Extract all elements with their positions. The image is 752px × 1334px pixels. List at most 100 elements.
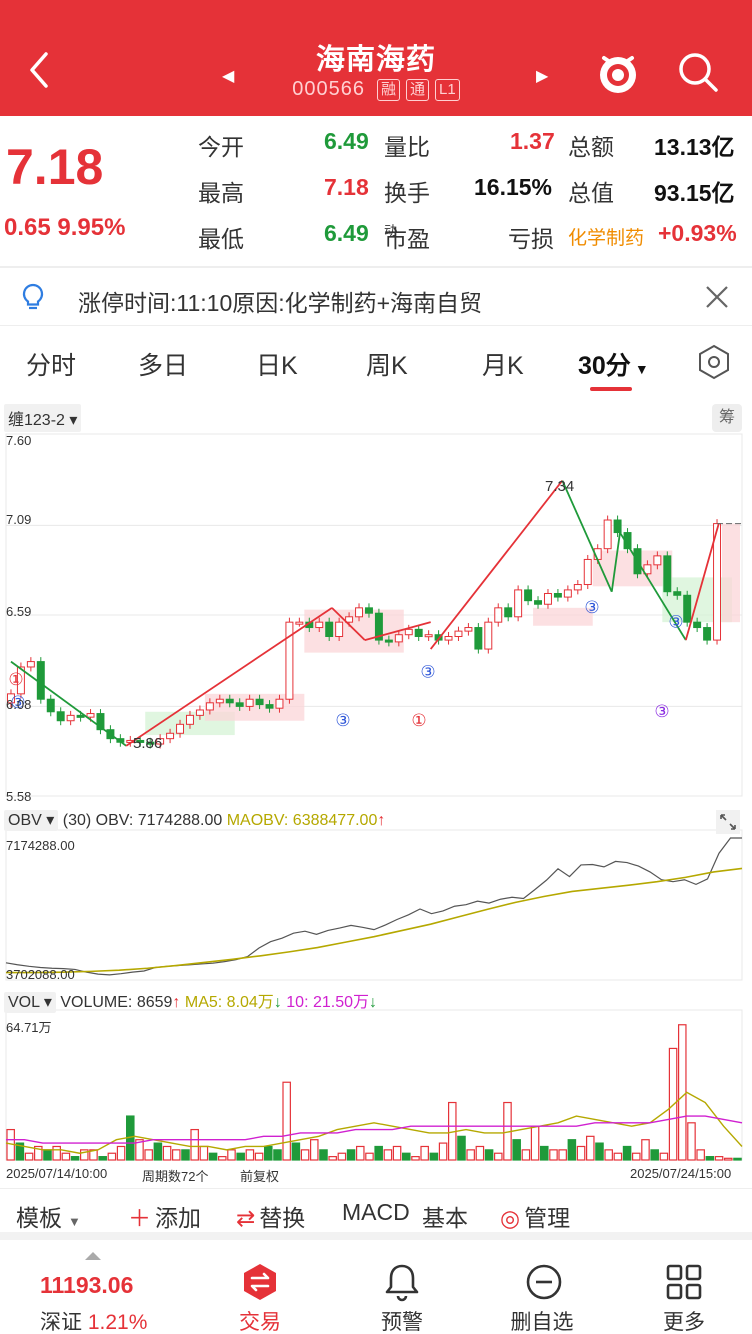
volume-bar xyxy=(190,1128,199,1161)
volume-bar xyxy=(687,1122,696,1161)
volume-bar xyxy=(677,1024,687,1161)
candle-body xyxy=(673,591,682,596)
volume-bar xyxy=(383,1149,393,1161)
candle-body xyxy=(653,555,662,566)
ma10-value: 10: 21.50万 xyxy=(286,994,369,1011)
expand-icon[interactable] xyxy=(716,810,740,834)
pivot-zone xyxy=(722,523,740,623)
tab-multi-day[interactable]: 多日 xyxy=(138,346,188,382)
signal-marker: ③ xyxy=(668,613,683,633)
plus-icon: ＋ xyxy=(128,1205,151,1231)
obv-dropdown[interactable]: OBV ▾ xyxy=(4,810,59,831)
grid-more-icon[interactable] xyxy=(664,1262,704,1302)
manage-button[interactable]: ◎ 管理 xyxy=(500,1199,570,1233)
expand-up-icon[interactable] xyxy=(85,1252,101,1260)
candle-body xyxy=(464,627,473,632)
trade-button[interactable]: 交易 xyxy=(220,1306,300,1334)
macd-button[interactable]: MACD xyxy=(342,1199,410,1226)
low-annotation: 5.86 xyxy=(133,735,163,752)
volume-bar xyxy=(475,1145,485,1161)
low-label: 最低 xyxy=(198,226,244,252)
chart-canvas[interactable]: ①③③ ①③③③③ xyxy=(0,398,752,1188)
obv-bottom-label: 3702088.00 xyxy=(6,967,75,982)
candle-body xyxy=(494,607,503,623)
period-count-label: 周期数72个 xyxy=(142,1169,209,1184)
volume-bar xyxy=(24,1152,34,1161)
index-name: 深证 1.21% xyxy=(40,1311,148,1334)
quote-panel: 7.18 0.65 9.95% 今开 6.49 量比 1.37 总额 13.13… xyxy=(0,116,752,268)
candle-body xyxy=(613,519,622,534)
candle-body xyxy=(534,600,543,605)
volume-bar xyxy=(337,1152,347,1161)
obv-frame xyxy=(5,829,743,981)
candle-body xyxy=(295,621,304,625)
manage-icon: ◎ xyxy=(500,1205,521,1231)
tab-daily-k[interactable]: 日K xyxy=(256,346,298,382)
search-icon[interactable] xyxy=(676,50,720,94)
robot-assistant-icon[interactable] xyxy=(596,48,640,96)
chip-distribution-button[interactable]: 筹 xyxy=(712,404,742,432)
basic-button[interactable]: 基本 xyxy=(422,1199,468,1233)
signal-marker: ③ xyxy=(420,663,435,683)
settings-hex-icon[interactable] xyxy=(696,344,732,380)
volume-bar xyxy=(622,1145,632,1161)
alert-button[interactable]: 预警 xyxy=(362,1306,442,1334)
quote-row-2: 最高 7.18 换手 16.15% 总值 93.15亿 xyxy=(198,174,748,210)
volume-bar xyxy=(291,1142,301,1161)
tab-30min[interactable]: 30分 ▼ xyxy=(578,346,649,382)
candle-body xyxy=(275,698,284,709)
index-value[interactable]: 11193.06 xyxy=(40,1272,133,1299)
low-value: 6.49 xyxy=(324,220,369,246)
trade-icon[interactable] xyxy=(240,1262,280,1302)
candle-body xyxy=(424,634,433,638)
vol-dropdown[interactable]: VOL ▾ xyxy=(4,992,56,1013)
candle-body xyxy=(384,639,393,643)
y-label-top: 7.60 xyxy=(6,433,32,448)
volume-bar xyxy=(585,1135,595,1161)
volume-bar xyxy=(236,1152,245,1161)
period-tabs: 分时 多日 日K 周K 月K 30分 ▼ xyxy=(0,326,752,398)
volume-bar xyxy=(530,1125,540,1161)
volume-ratio-value: 1.37 xyxy=(510,128,555,154)
limit-up-notice[interactable]: 涨停时间:11:10原因:化学制药+海南自贸 xyxy=(0,268,752,326)
bell-icon[interactable] xyxy=(382,1262,422,1302)
indicator-dropdown[interactable]: 缠123-2 ▾ xyxy=(4,404,82,432)
pe-value-loss: 亏损 xyxy=(508,226,554,252)
index-change: 1.21% xyxy=(87,1311,148,1334)
volume-bar xyxy=(52,1145,61,1161)
replace-button[interactable]: ⇄ 替换 xyxy=(236,1199,305,1233)
obv-value: OBV: 7174288.00 xyxy=(95,812,223,829)
volume-bar xyxy=(650,1149,659,1161)
volume-bar xyxy=(328,1156,337,1161)
volume-bar xyxy=(631,1152,641,1161)
remove-watchlist-icon[interactable] xyxy=(524,1262,564,1302)
add-button[interactable]: ＋添加 xyxy=(128,1199,201,1233)
candle-body xyxy=(693,621,702,629)
quote-row-1: 今开 6.49 量比 1.37 总额 13.13亿 xyxy=(198,128,748,164)
candle-body xyxy=(325,621,334,638)
sector-name[interactable]: 化学制药 xyxy=(568,223,644,250)
volume-bar xyxy=(705,1156,715,1161)
close-icon[interactable] xyxy=(702,282,732,312)
volume-bar xyxy=(61,1152,71,1161)
tab-monthly-k[interactable]: 月K xyxy=(482,346,524,382)
volume-bar xyxy=(392,1145,402,1161)
volume-bar xyxy=(420,1145,429,1161)
volume-bar xyxy=(604,1149,613,1161)
volume-bar xyxy=(162,1145,172,1161)
candle-body xyxy=(514,589,523,618)
volume-bar xyxy=(300,1149,310,1161)
bottom-nav: 11193.06 深证 1.21% 交易 预警 删自选 更多 xyxy=(0,1244,752,1334)
volume-bar xyxy=(438,1142,448,1161)
vol-frame xyxy=(5,1009,743,1161)
template-button[interactable]: 模板 ▼ xyxy=(16,1199,81,1233)
candle-body xyxy=(225,698,234,704)
tab-weekly-k[interactable]: 周K xyxy=(366,346,408,382)
tab-intraday[interactable]: 分时 xyxy=(26,346,76,382)
price-change: 0.65 9.95% xyxy=(4,214,125,242)
active-tab-indicator xyxy=(590,387,632,391)
remove-watchlist-button[interactable]: 删自选 xyxy=(502,1306,582,1334)
turnover-rate-label: 换手 xyxy=(384,180,430,206)
candle-body xyxy=(683,594,692,623)
more-button[interactable]: 更多 xyxy=(644,1306,724,1334)
